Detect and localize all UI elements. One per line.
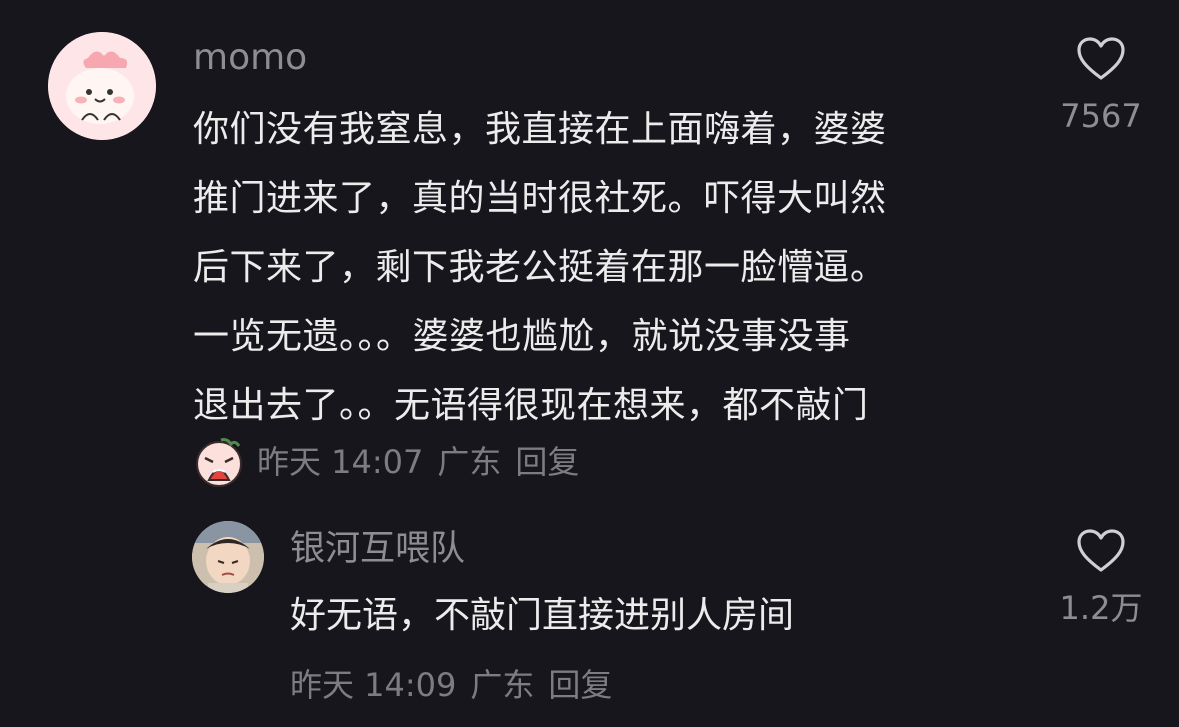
reply-like[interactable]: 1.2万 bbox=[1058, 528, 1144, 628]
reply-button[interactable]: 回复 bbox=[515, 442, 579, 482]
crying-face-sticker-icon bbox=[196, 438, 242, 487]
like-count: 7567 bbox=[1060, 97, 1142, 135]
reply-username[interactable]: 银河互喂队 bbox=[290, 529, 465, 569]
comment-body: 你们没有我窒息，我直接在上面嗨着，婆婆 推门进来了，真的当时很社死。吓得大叫然 … bbox=[193, 95, 1023, 440]
comment-line: 一览无遗。。。婆婆也尴尬，就说没事没事 bbox=[193, 316, 851, 357]
comment-location: 广东 bbox=[437, 443, 502, 481]
comment-time: 昨天 14:07 bbox=[257, 443, 424, 481]
comment-line: 退出去了。。无语得很现在想来，都不敲门 bbox=[193, 385, 869, 426]
comment-line: 你们没有我窒息，我直接在上面嗨着，婆婆 bbox=[193, 109, 887, 150]
comment-username[interactable]: momo bbox=[193, 38, 307, 78]
heart-outline-icon[interactable] bbox=[1076, 528, 1126, 574]
reply-avatar[interactable] bbox=[192, 521, 264, 593]
reply-location: 广东 bbox=[470, 666, 535, 704]
comment-meta: 昨天 14:07 广东 回复 bbox=[193, 436, 593, 488]
comment-line: 后下来了，剩下我老公挺着在那一脸懵逼。 bbox=[193, 247, 887, 288]
reply-meta: 昨天 14:09 广东 回复 bbox=[290, 665, 626, 705]
heart-outline-icon[interactable] bbox=[1076, 36, 1126, 82]
comment-like[interactable]: 7567 bbox=[1058, 36, 1144, 136]
comment-line: 推门进来了，真的当时很社死。吓得大叫然 bbox=[193, 178, 887, 219]
reply-time: 昨天 14:09 bbox=[290, 666, 457, 704]
reply-body: 好无语，不敲门直接进别人房间 bbox=[290, 595, 795, 636]
avatar[interactable] bbox=[48, 32, 156, 140]
like-count: 1.2万 bbox=[1059, 589, 1143, 627]
reply-reply-button[interactable]: 回复 bbox=[548, 665, 612, 705]
